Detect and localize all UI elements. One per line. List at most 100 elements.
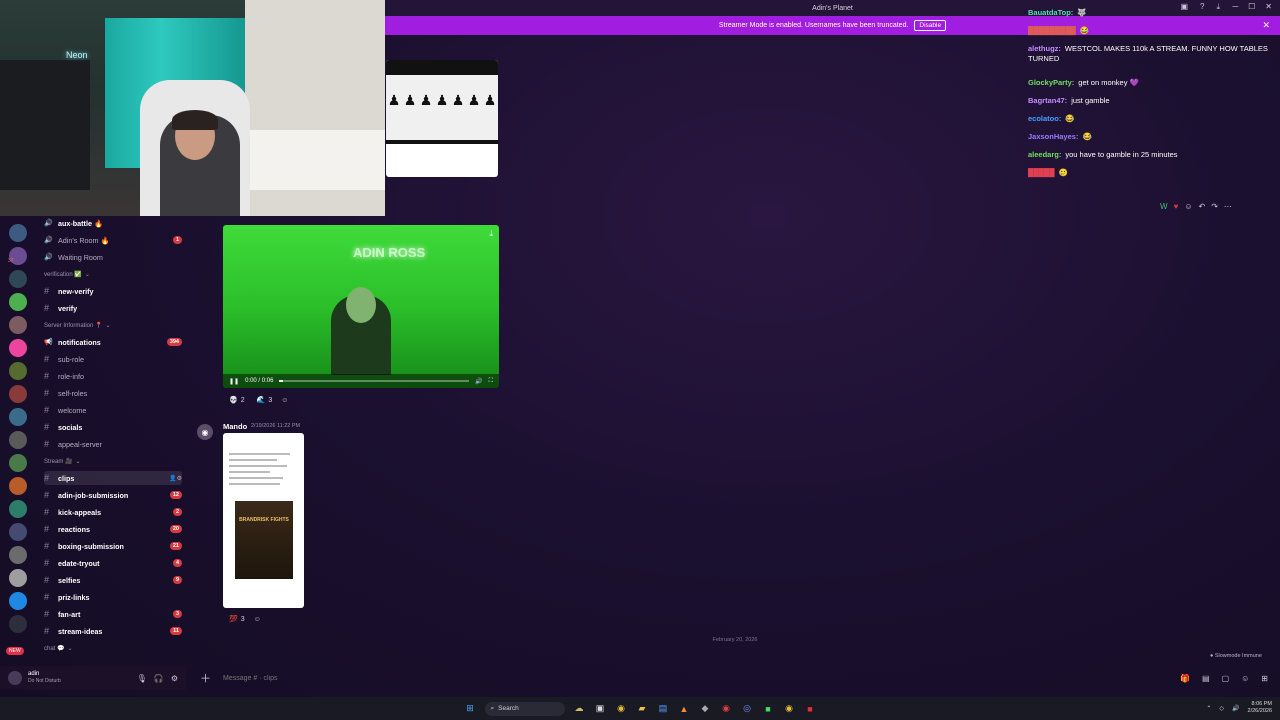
channel-edate-tryout[interactable]: # edate-tryout 4 <box>44 556 182 570</box>
forward-icon[interactable]: ↷ <box>1211 202 1218 211</box>
task-view-icon[interactable]: ▣ <box>594 702 607 715</box>
gif-icon[interactable]: ▤ <box>1202 674 1210 683</box>
server-icon[interactable] <box>9 523 27 541</box>
server-icon[interactable] <box>9 385 27 403</box>
app-icon[interactable]: ◆ <box>699 702 712 715</box>
channel-role-info[interactable]: # role-info <box>44 369 182 383</box>
add-reaction-icon[interactable]: ☺ <box>254 616 261 623</box>
network-icon[interactable]: ◇ <box>1219 705 1224 712</box>
sticker-icon[interactable]: ▢ <box>1222 674 1230 683</box>
tray-chevron-icon[interactable]: ⌃ <box>1206 705 1211 712</box>
windows-start-icon[interactable]: ⊞ <box>464 702 477 715</box>
settings-gear-icon[interactable]: ⚙ <box>171 674 178 683</box>
channel-category[interactable]: chat 💬 ⌄ <box>44 645 73 652</box>
video-progress-bar[interactable] <box>279 380 470 382</box>
disable-streamer-mode-button[interactable]: Disable <box>914 20 947 31</box>
channel-reactions[interactable]: # reactions 20 <box>44 522 182 536</box>
chat-username[interactable]: JaxsonHayes: <box>1028 132 1078 141</box>
server-icon[interactable] <box>9 362 27 380</box>
channel-category[interactable]: Stream 🎥 ⌄ <box>44 458 81 465</box>
app-icon[interactable]: ◉ <box>720 702 733 715</box>
chrome-icon[interactable]: ◉ <box>783 702 796 715</box>
file-explorer-icon[interactable]: ▰ <box>636 702 649 715</box>
chat-username[interactable]: ecolatoo: <box>1028 114 1061 123</box>
pause-icon[interactable]: ❚❚ <box>229 378 239 385</box>
chat-username[interactable]: GlockyParty: <box>1028 78 1074 87</box>
channel-selfies[interactable]: # selfies 9 <box>44 573 182 587</box>
channel-appeal-server[interactable]: # appeal-server <box>44 437 182 451</box>
channel-self-roles[interactable]: # self-roles <box>44 386 182 400</box>
channel-welcome[interactable]: # welcome <box>44 403 182 417</box>
chat-username[interactable]: █████ <box>1028 168 1055 177</box>
image-attachment[interactable]: BRANDRISK FIGHTS <box>223 433 304 608</box>
app-icon[interactable]: ■ <box>762 702 775 715</box>
channel-category[interactable]: verification ✅ ⌄ <box>44 271 90 278</box>
channel-stream-ideas[interactable]: # stream-ideas 11 <box>44 624 182 638</box>
new-unreads-pill[interactable]: NEW <box>6 647 24 655</box>
more-options-icon[interactable]: ⋯ <box>1224 202 1232 211</box>
server-icon[interactable] <box>9 431 27 449</box>
emoji-icon[interactable]: ☺ <box>1241 674 1249 683</box>
server-icon[interactable] <box>9 293 27 311</box>
reaction[interactable]: 💯 3 <box>226 614 248 624</box>
channel-category[interactable]: Server Information 📍 ⌄ <box>44 322 111 329</box>
chrome-icon[interactable]: ◉ <box>615 702 628 715</box>
server-icon[interactable] <box>9 615 27 633</box>
gift-icon[interactable]: 🎁 <box>1180 674 1190 683</box>
channel-kick-appeals[interactable]: # kick-appeals 2 <box>44 505 182 519</box>
heart-icon[interactable]: ♥ <box>1174 202 1179 211</box>
widgets-icon[interactable]: ☁ <box>573 702 586 715</box>
chat-username[interactable]: alethugz: <box>1028 44 1061 53</box>
add-attachment-icon[interactable]: ＋ <box>200 670 211 686</box>
channel-sub-role[interactable]: # sub-role <box>44 352 182 366</box>
app-icon[interactable]: ■ <box>804 702 817 715</box>
channel-boxing-submission[interactable]: # boxing-submission 21 <box>44 539 182 553</box>
channel-fan-art[interactable]: # fan-art 3 <box>44 607 182 621</box>
channel-adin-job-submission[interactable]: # adin-job-submission 12 <box>44 488 182 502</box>
microphone-icon[interactable]: 🎙 <box>137 674 147 683</box>
channel-notifications[interactable]: 📢 notifications 394 <box>44 335 182 349</box>
taskbar-clock[interactable]: 8:06 PM 2/26/2026 <box>1248 701 1272 715</box>
message-author[interactable]: Mando <box>223 422 247 431</box>
channel-waitingroom[interactable]: 🔊 Waiting Room <box>44 250 182 264</box>
chat-username[interactable]: aleedarg: <box>1028 150 1061 159</box>
download-icon[interactable]: ⤓ <box>489 229 493 239</box>
channel-adinsroom[interactable]: 🔊 Adin's Room 🔥 1 <box>44 233 182 247</box>
channel-verify[interactable]: # verify <box>44 301 182 315</box>
channel-socials[interactable]: # socials <box>44 420 182 434</box>
server-icon[interactable] <box>9 339 27 357</box>
avatar[interactable] <box>8 671 22 685</box>
reply-icon[interactable]: ↶ <box>1198 202 1205 211</box>
headphones-icon[interactable]: 🎧 <box>154 674 164 683</box>
server-icon[interactable] <box>9 454 27 472</box>
server-icon[interactable] <box>9 546 27 564</box>
avatar[interactable]: ◉ <box>197 424 213 440</box>
volume-icon[interactable]: 🔊 <box>475 378 482 385</box>
fullscreen-icon[interactable]: ⛶ <box>489 378 493 385</box>
server-icon[interactable] <box>9 569 27 587</box>
channel-priz-links[interactable]: # priz-links <box>44 590 182 604</box>
server-icon[interactable] <box>9 500 27 518</box>
taskbar-search[interactable]: ⌕ Search <box>484 701 565 716</box>
embedded-image[interactable]: ♟ ♟ ♟ ♟ ♟ ♟ ♟ <box>386 60 498 177</box>
app-icon[interactable]: ▲ <box>678 702 691 715</box>
server-icon[interactable] <box>9 224 27 242</box>
volume-icon[interactable]: 🔊 <box>1232 705 1239 712</box>
reaction[interactable]: 💀 2 <box>226 395 248 405</box>
message-input[interactable] <box>223 674 1123 682</box>
reaction[interactable]: 🌊 3 <box>254 395 276 405</box>
channel-clips[interactable]: # clips 👤⚙ <box>44 471 182 485</box>
react-w-icon[interactable]: W <box>1160 202 1168 211</box>
discord-icon[interactable]: ◎ <box>741 702 754 715</box>
channel-aux-battle[interactable]: 🔊 aux-battle 🔥 <box>44 216 182 230</box>
apps-icon[interactable]: ⊞ <box>1261 674 1268 683</box>
server-icon[interactable] <box>9 408 27 426</box>
channel-new-verify[interactable]: # new-verify <box>44 284 182 298</box>
channel-settings-icon[interactable]: 👤⚙ <box>169 475 182 482</box>
server-icon[interactable] <box>9 316 27 334</box>
video-attachment[interactable]: ADIN ROSS ⤓ ❚❚ 0:00 / 0:06 🔊 ⛶ <box>223 225 499 388</box>
add-reaction-icon[interactable]: ☺ <box>281 397 288 404</box>
chat-username[interactable]: BauatdaTop: <box>1028 8 1073 17</box>
chat-username[interactable]: █████████ <box>1028 26 1076 35</box>
emoji-add-icon[interactable]: ☺ <box>1184 202 1192 211</box>
